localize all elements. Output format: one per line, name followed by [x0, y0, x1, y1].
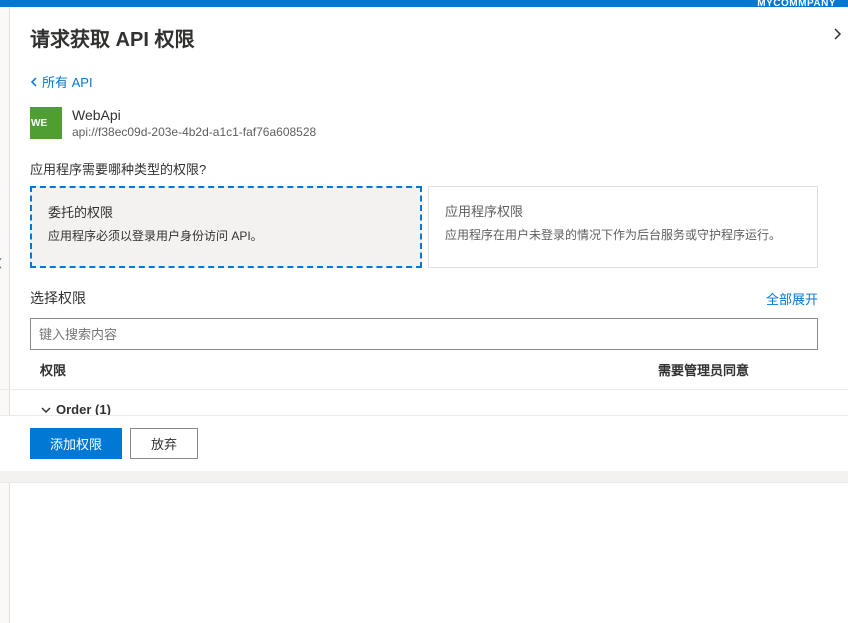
search-box[interactable] — [30, 318, 818, 350]
application-permissions-card[interactable]: 应用程序权限 应用程序在用户未登录的情况下作为后台服务或守护程序运行。 — [428, 186, 818, 268]
expand-all-link[interactable]: 全部展开 — [766, 289, 818, 308]
back-to-all-apis-link[interactable]: 所有 API — [0, 56, 848, 95]
chevron-left-icon — [30, 77, 40, 87]
request-api-permissions-panel: 请求获取 API 权限 所有 API WE WebApi api://f38ec… — [0, 7, 848, 483]
api-app-icon: WE — [30, 107, 62, 139]
api-header: WE WebApi api://f38ec09d-203e-4b2d-a1c1-… — [0, 95, 848, 143]
add-permissions-button[interactable]: 添加权限 — [30, 428, 122, 459]
select-permissions-row: 选择权限 全部展开 — [0, 268, 848, 314]
chevron-down-icon — [40, 404, 52, 416]
top-bar: MYCOMMPANY — [0, 0, 848, 7]
back-link-label: 所有 API — [42, 72, 93, 91]
api-uri: api://f38ec09d-203e-4b2d-a1c1-faf76a6085… — [72, 125, 316, 139]
application-card-desc: 应用程序在用户未登录的情况下作为后台服务或守护程序运行。 — [445, 226, 801, 243]
column-permission: 权限 — [40, 360, 658, 379]
api-name: WebApi — [72, 107, 316, 123]
permission-type-question: 应用程序需要哪种类型的权限? — [0, 143, 848, 186]
delegated-card-desc: 应用程序必须以登录用户身份访问 API。 — [48, 227, 404, 244]
panel-footer: 添加权限 放弃 — [0, 415, 848, 471]
delegated-permissions-card[interactable]: 委托的权限 应用程序必须以登录用户身份访问 API。 — [30, 186, 422, 268]
permission-type-cards: 委托的权限 应用程序必须以登录用户身份访问 API。 应用程序权限 应用程序在用… — [0, 186, 848, 268]
discard-button[interactable]: 放弃 — [130, 428, 198, 459]
delegated-card-title: 委托的权限 — [48, 202, 404, 221]
close-panel-button[interactable] — [830, 27, 844, 44]
column-admin-consent: 需要管理员同意 — [658, 360, 818, 379]
permissions-table-header: 权限 需要管理员同意 — [0, 350, 848, 390]
page-title: 请求获取 API 权限 — [0, 7, 848, 56]
search-input[interactable] — [39, 327, 809, 342]
select-permissions-label: 选择权限 — [30, 288, 86, 308]
application-card-title: 应用程序权限 — [445, 201, 801, 220]
